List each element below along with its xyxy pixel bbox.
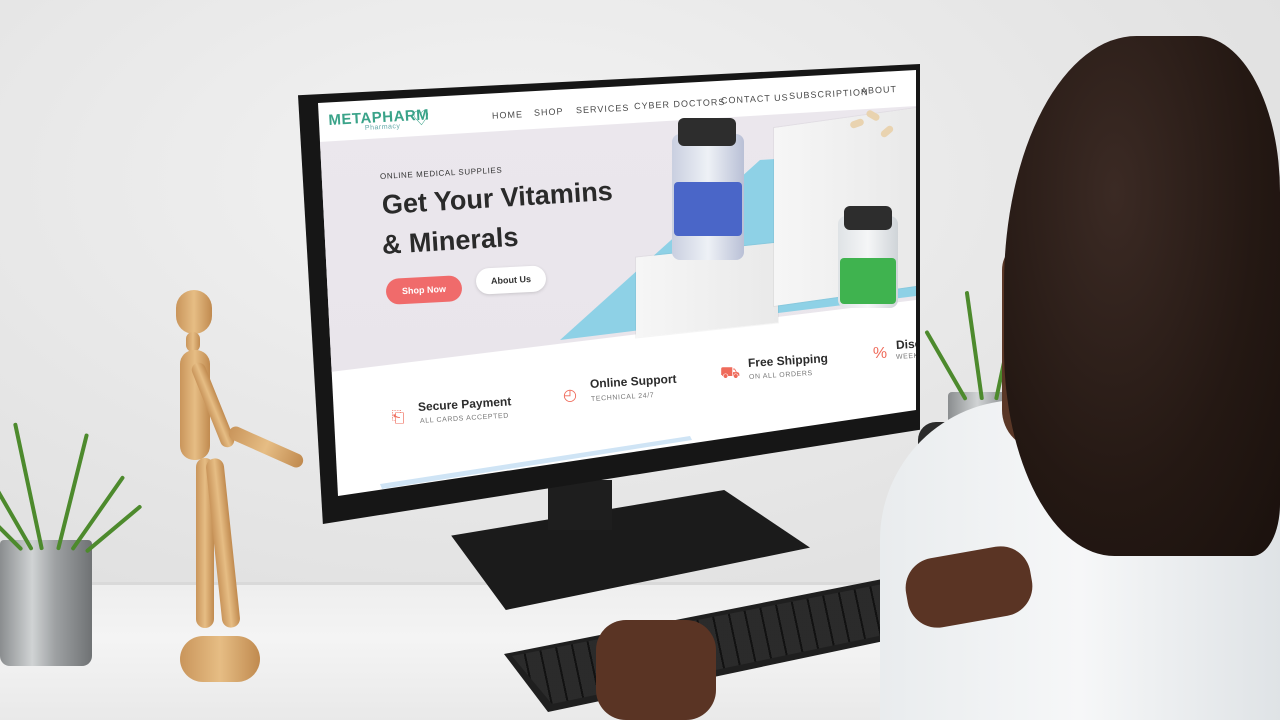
- feature-title: Free Shipping: [747, 351, 829, 370]
- figurine-head: [176, 290, 212, 334]
- truck-icon: ⛟: [720, 365, 741, 382]
- feature-title: Online Support: [589, 371, 677, 391]
- monitor-stand-neck: [548, 480, 612, 530]
- 24h-support-icon: ◴: [563, 387, 577, 404]
- about-us-button[interactable]: About Us: [475, 265, 547, 295]
- nav-home[interactable]: HOME: [492, 109, 523, 121]
- stethoscope-heart-icon: ♡: [411, 107, 431, 131]
- bottle-cap: [844, 206, 892, 230]
- feature-subtitle: ALL CARDS ACCEPTED: [419, 412, 510, 425]
- person-left-hand: [596, 620, 716, 720]
- feature-subtitle: WEEK: [895, 352, 920, 361]
- bottle-label: [674, 182, 742, 236]
- figurine-neck: [186, 332, 200, 352]
- nav-subscription[interactable]: SUBSCRIPTION: [789, 87, 869, 101]
- feature-title: Secure Payment: [417, 394, 512, 414]
- feature-subtitle: TECHNICAL 24/7: [590, 392, 655, 403]
- vitamin-bottle-green: [838, 206, 898, 308]
- discount-icon: %: [872, 345, 888, 362]
- person-hair: [1004, 36, 1280, 556]
- nav-about[interactable]: ABOUT: [861, 84, 897, 96]
- bottle-cap: [678, 118, 736, 146]
- nav-contact-us[interactable]: CONTACT US: [721, 92, 789, 105]
- bottle-label: [840, 258, 896, 304]
- nav-cyber-doctors[interactable]: CYBER DOCTORS: [634, 97, 726, 111]
- box-hand-icon: ⎗: [391, 409, 405, 426]
- figurine-base: [180, 636, 260, 682]
- nav-services[interactable]: SERVICES: [576, 103, 630, 116]
- left-plant-pot: [0, 540, 92, 666]
- nav-shop[interactable]: SHOP: [534, 106, 564, 117]
- shop-now-button[interactable]: Shop Now: [385, 275, 463, 305]
- feature-subtitle: ON ALL ORDERS: [748, 370, 814, 381]
- vitamin-bottle-blue: [672, 118, 744, 260]
